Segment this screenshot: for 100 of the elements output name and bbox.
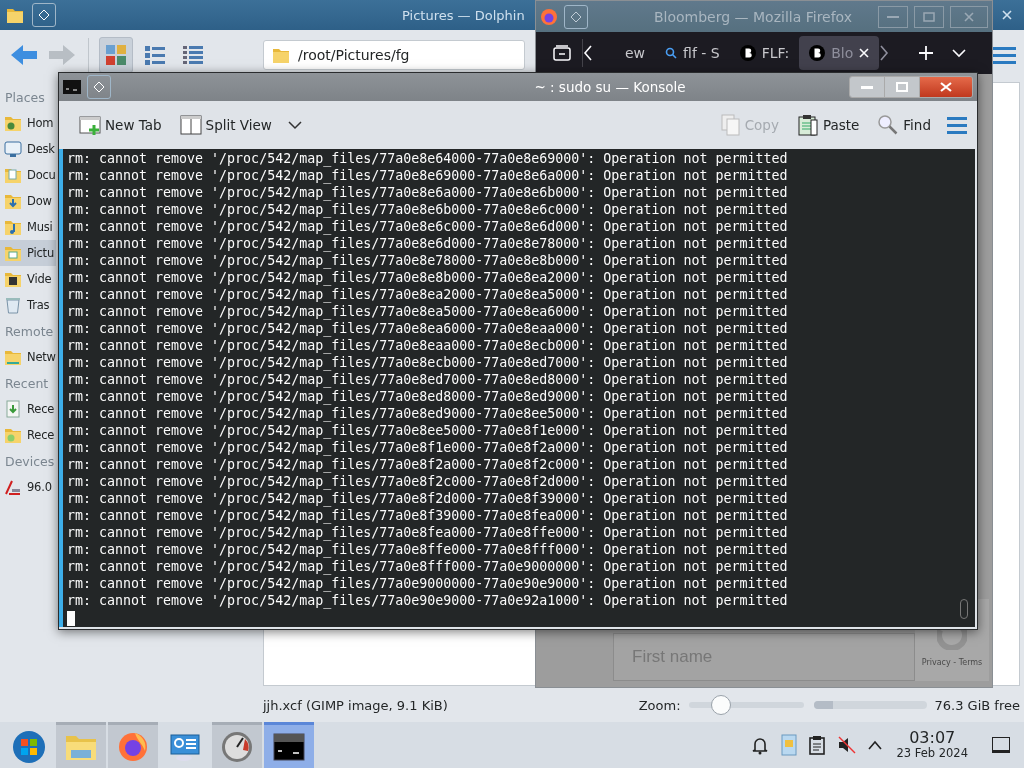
clipboard-icon[interactable] [796, 114, 819, 136]
terminal-line: rm: cannot remove '/proc/542/map_files/77a0e8ed8000-77a0e8ed9000': Operation not permitted [67, 388, 789, 405]
browser-tab[interactable]: ew [615, 36, 656, 70]
place-item[interactable]: Musi [0, 214, 56, 240]
section-heading: Places [5, 90, 45, 105]
terminal-line: rm: cannot remove '/proc/542/map_files/77a0e8fff000-77a0e9000000': Operation not permitted [67, 558, 789, 575]
desktop-icon [4, 140, 22, 158]
new-tab-button[interactable]: New Tab [77, 112, 164, 138]
new-tab-plus-icon[interactable] [918, 45, 934, 61]
dropdown-chevron-icon[interactable] [287, 120, 302, 130]
clipboard-icon[interactable] [808, 735, 827, 755]
tab-overview-icon[interactable] [553, 45, 571, 61]
chevron-right-icon[interactable] [879, 45, 890, 61]
site-logo-icon [739, 45, 756, 61]
compact-list-icon [144, 44, 166, 66]
location-bar[interactable]: /root/Pictures/fg [263, 40, 525, 70]
place-item[interactable]: Pictu [0, 240, 56, 266]
terminal-line: rm: cannot remove '/proc/542/map_files/77a0e8ee5000-77a0e8f1e000': Operation not permitted [67, 422, 789, 439]
forward-arrow-icon [48, 43, 76, 67]
terminal-line: rm: cannot remove '/proc/542/map_files/77a0e8f2a000-77a0e8f2c000': Operation not permitted [67, 456, 789, 473]
paste-button[interactable]: Paste [794, 112, 862, 138]
terminal-line: rm: cannot remove '/proc/542/map_files/77a0e8ecb000-77a0e8ed7000': Operation not permitted [67, 354, 789, 371]
pin-button[interactable] [32, 3, 56, 27]
section-heading: Remote [5, 324, 54, 339]
window-title: ~ : sudo su — Konsole [533, 79, 687, 95]
terminal-line: rm: cannot remove '/proc/542/map_files/77a0e8ea2000-77a0e8ea5000': Operation not permitted [67, 286, 789, 303]
close-button[interactable] [920, 77, 972, 97]
diamond-icon [38, 9, 50, 21]
terminal-icon[interactable] [273, 732, 305, 761]
diamond-icon [93, 81, 105, 93]
chevron-left-icon[interactable] [583, 45, 593, 61]
folder-icon [272, 46, 290, 64]
home-folder-icon [4, 114, 22, 132]
magnifier-icon[interactable] [877, 114, 900, 136]
place-item[interactable]: Vide [0, 266, 56, 292]
location-path: /root/Pictures/fg [298, 47, 410, 63]
find-button[interactable]: Find [875, 112, 933, 138]
terminal-line: rm: cannot remove '/proc/542/map_files/77a0e8ffe000-77a0e8fff000': Operation not permitted [67, 541, 789, 558]
terminal-line: rm: cannot remove '/proc/542/map_files/77a0e8e64000-77a0e8e69000': Operation not permitted [67, 150, 789, 167]
details-list-icon [182, 44, 204, 66]
close-icon [964, 11, 974, 22]
pin-button[interactable] [87, 75, 111, 99]
expand-caret-icon[interactable] [868, 740, 883, 750]
terminal-line: rm: cannot remove '/proc/542/map_files/77a0e8e6b000-77a0e8e6c000': Operation not permitted [67, 201, 789, 218]
back-arrow-icon [10, 43, 38, 67]
close-icon [940, 82, 952, 92]
place-item[interactable]: Netw [0, 344, 56, 370]
close-tab-icon[interactable] [859, 48, 870, 58]
browser-tab[interactable]: FLF: [729, 36, 800, 70]
place-item[interactable]: Desk [0, 136, 56, 162]
maximize-icon [923, 11, 935, 22]
terminal-line: rm: cannot remove '/proc/542/map_files/77a0e8ed9000-77a0e8ee5000': Operation not permitted [67, 405, 789, 422]
split-view-button[interactable]: Split View [177, 112, 274, 138]
free-space-text: 76.3 GiB free [934, 697, 1020, 713]
place-item[interactable]: Docu [0, 162, 56, 188]
firefox-icon[interactable] [117, 730, 149, 763]
show-desktop-button[interactable] [992, 737, 1010, 753]
minimize-button[interactable] [878, 5, 908, 28]
menu-icon[interactable] [947, 116, 967, 134]
clock[interactable]: 03:07 23 Feb 2024 [896, 730, 968, 760]
menu-icon[interactable] [992, 45, 1016, 65]
new-tab-icon[interactable] [79, 114, 101, 136]
speaker-muted-icon[interactable] [837, 735, 858, 755]
firefox-icon [540, 7, 558, 26]
close-icon [1002, 10, 1012, 20]
terminal-line: rm: cannot remove '/proc/542/map_files/77a0e8f1e000-77a0e8f2a000': Operation not permitted [67, 439, 789, 456]
folder-icon [6, 6, 26, 24]
minimize-button[interactable] [850, 77, 885, 97]
place-item[interactable]: Tras [0, 292, 56, 318]
slider-thumb[interactable] [710, 695, 731, 715]
taskbar-app[interactable] [264, 722, 314, 768]
gauge-icon[interactable] [221, 730, 253, 763]
system-settings-icon[interactable] [168, 731, 202, 762]
split-view-icon[interactable] [179, 114, 202, 136]
icon-grid-icon [105, 44, 127, 66]
place-item[interactable]: 96.0 [0, 474, 56, 500]
recent-files-icon [4, 400, 22, 418]
place-item[interactable]: Rece [0, 422, 56, 448]
window-title: Bloomberg — Mozilla Firefox [652, 8, 854, 25]
maximize-button[interactable] [885, 77, 920, 97]
browser-tab[interactable]: flf - S [655, 36, 730, 70]
text-cursor [67, 611, 75, 626]
place-item[interactable]: Dow [0, 188, 56, 214]
pin-button[interactable] [564, 4, 588, 29]
documents-folder-icon [4, 166, 22, 184]
window-title: Pictures — Dolphin [402, 7, 525, 23]
terminal-line: rm: cannot remove '/proc/542/map_files/77a0e9000000-77a0e90e9000': Operation not permitted [67, 575, 789, 592]
terminal-line: rm: cannot remove '/proc/542/map_files/77a0e8e78000-77a0e8e8b000': Operation not permitted [67, 252, 789, 269]
zoom-slider[interactable] [688, 693, 804, 717]
start-orb-icon[interactable] [12, 729, 46, 764]
place-item[interactable]: Rece [0, 396, 56, 422]
place-item[interactable]: Hom [0, 110, 56, 136]
view-mode-button[interactable] [99, 37, 133, 73]
terminal-line: rm: cannot remove '/proc/542/map_files/77a0e8eaa000-77a0e8ecb000': Operation not permitted [67, 337, 789, 354]
section-heading: Devices [5, 454, 55, 469]
terminal-line: rm: cannot remove '/proc/542/map_files/77a0e8e8b000-77a0e8ea2000': Operation not permitted [67, 269, 789, 286]
section-heading: Recent [5, 376, 49, 391]
terminal-line: rm: cannot remove '/proc/542/map_files/77a0e8f2d000-77a0e8f39000': Operation not permitted [67, 490, 789, 507]
terminal-line: rm: cannot remove '/proc/542/map_files/77a0e8e6a000-77a0e8e6b000': Operation not permitted [67, 184, 789, 201]
terminal-line: rm: cannot remove '/proc/542/map_files/77a0e8e6c000-77a0e8e6d000': Operation not permitted [67, 218, 789, 235]
